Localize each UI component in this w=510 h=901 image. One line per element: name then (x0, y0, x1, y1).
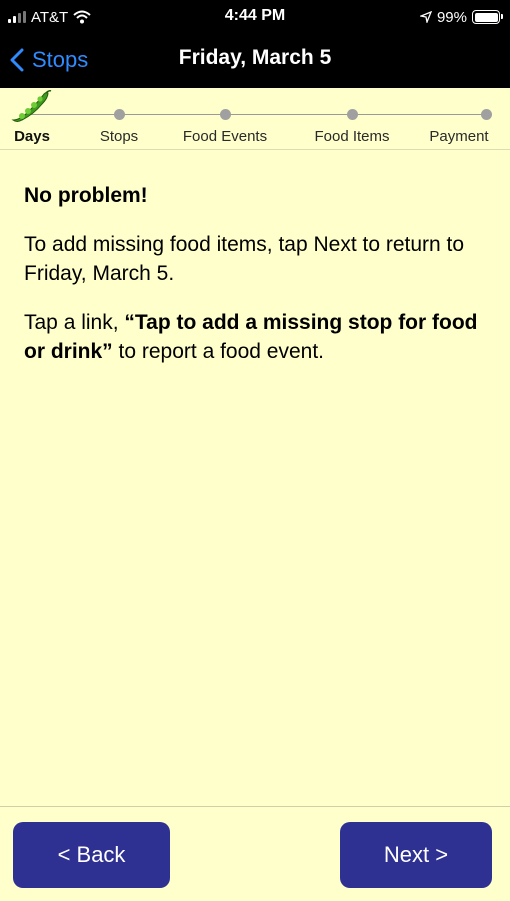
back-to-stops-button[interactable]: Stops (10, 44, 88, 76)
status-right: 99% (419, 8, 503, 26)
step-dot-food-items (347, 109, 358, 120)
link-instruction-prefix: Tap a link, (24, 311, 125, 334)
step-label-stops: Stops (99, 128, 139, 145)
stepper-line (28, 114, 486, 115)
message-heading: No problem! (24, 184, 148, 207)
step-dot-food-events (220, 109, 231, 120)
pea-pod-icon (11, 90, 52, 122)
link-instruction-suffix: to report a food event. (112, 340, 324, 363)
step-label-food-events: Food Events (182, 128, 268, 145)
chevron-left-icon (10, 48, 24, 72)
battery-icon (472, 10, 503, 24)
step-dot-stops (114, 109, 125, 120)
status-bar: AT&T 4:44 PM 99% (0, 0, 510, 34)
progress-stepper: Days Stops Food Events Food Items Paymen… (0, 88, 510, 150)
step-dot-payment (481, 109, 492, 120)
link-instruction-paragraph: Tap a link, “Tap to add a missing stop f… (24, 308, 494, 366)
battery-percent: 99% (436, 8, 467, 26)
message-content: No problem! To add missing food items, t… (24, 182, 494, 366)
next-button[interactable]: Next > (340, 822, 492, 888)
footer-divider (0, 806, 510, 807)
location-arrow-icon (419, 11, 432, 23)
back-button[interactable]: < Back (13, 822, 170, 888)
step-label-days: Days (14, 128, 50, 145)
instruction-paragraph: To add missing food items, tap Next to r… (24, 233, 465, 285)
step-label-payment: Payment (429, 128, 489, 145)
navigation-bar: Stops Friday, March 5 (0, 34, 510, 88)
back-button-label: Stops (32, 47, 89, 72)
step-label-food-items: Food Items (314, 128, 390, 145)
